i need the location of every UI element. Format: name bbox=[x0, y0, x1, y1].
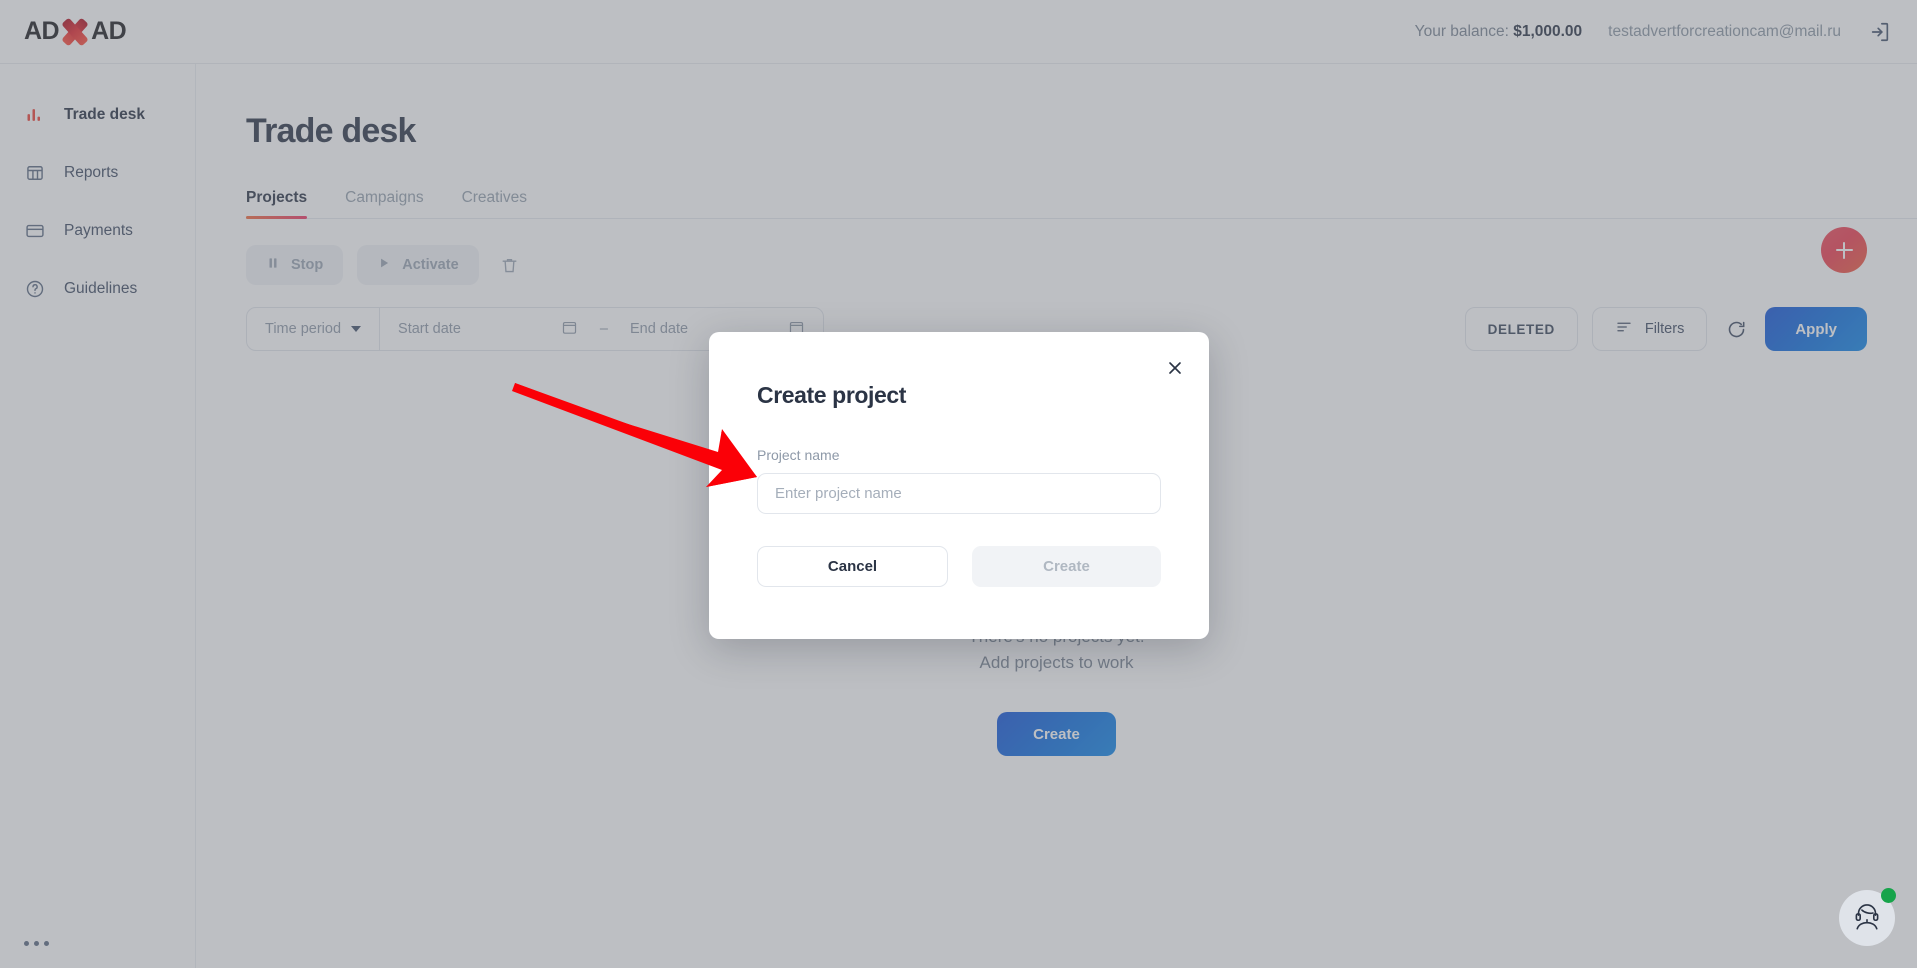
support-chat-button[interactable] bbox=[1839, 888, 1896, 946]
modal-title: Create project bbox=[757, 382, 907, 408]
project-name-input[interactable] bbox=[757, 473, 1161, 514]
close-icon[interactable] bbox=[1161, 354, 1189, 382]
cancel-button[interactable]: Cancel bbox=[757, 546, 948, 587]
online-status-dot bbox=[1881, 888, 1896, 903]
modal-action-row: Cancel Create bbox=[757, 546, 1161, 587]
create-project-modal: Create project Project name Cancel Creat… bbox=[709, 332, 1209, 639]
create-button: Create bbox=[972, 546, 1161, 587]
support-agent-icon bbox=[1850, 899, 1884, 938]
project-name-label: Project name bbox=[757, 447, 840, 463]
